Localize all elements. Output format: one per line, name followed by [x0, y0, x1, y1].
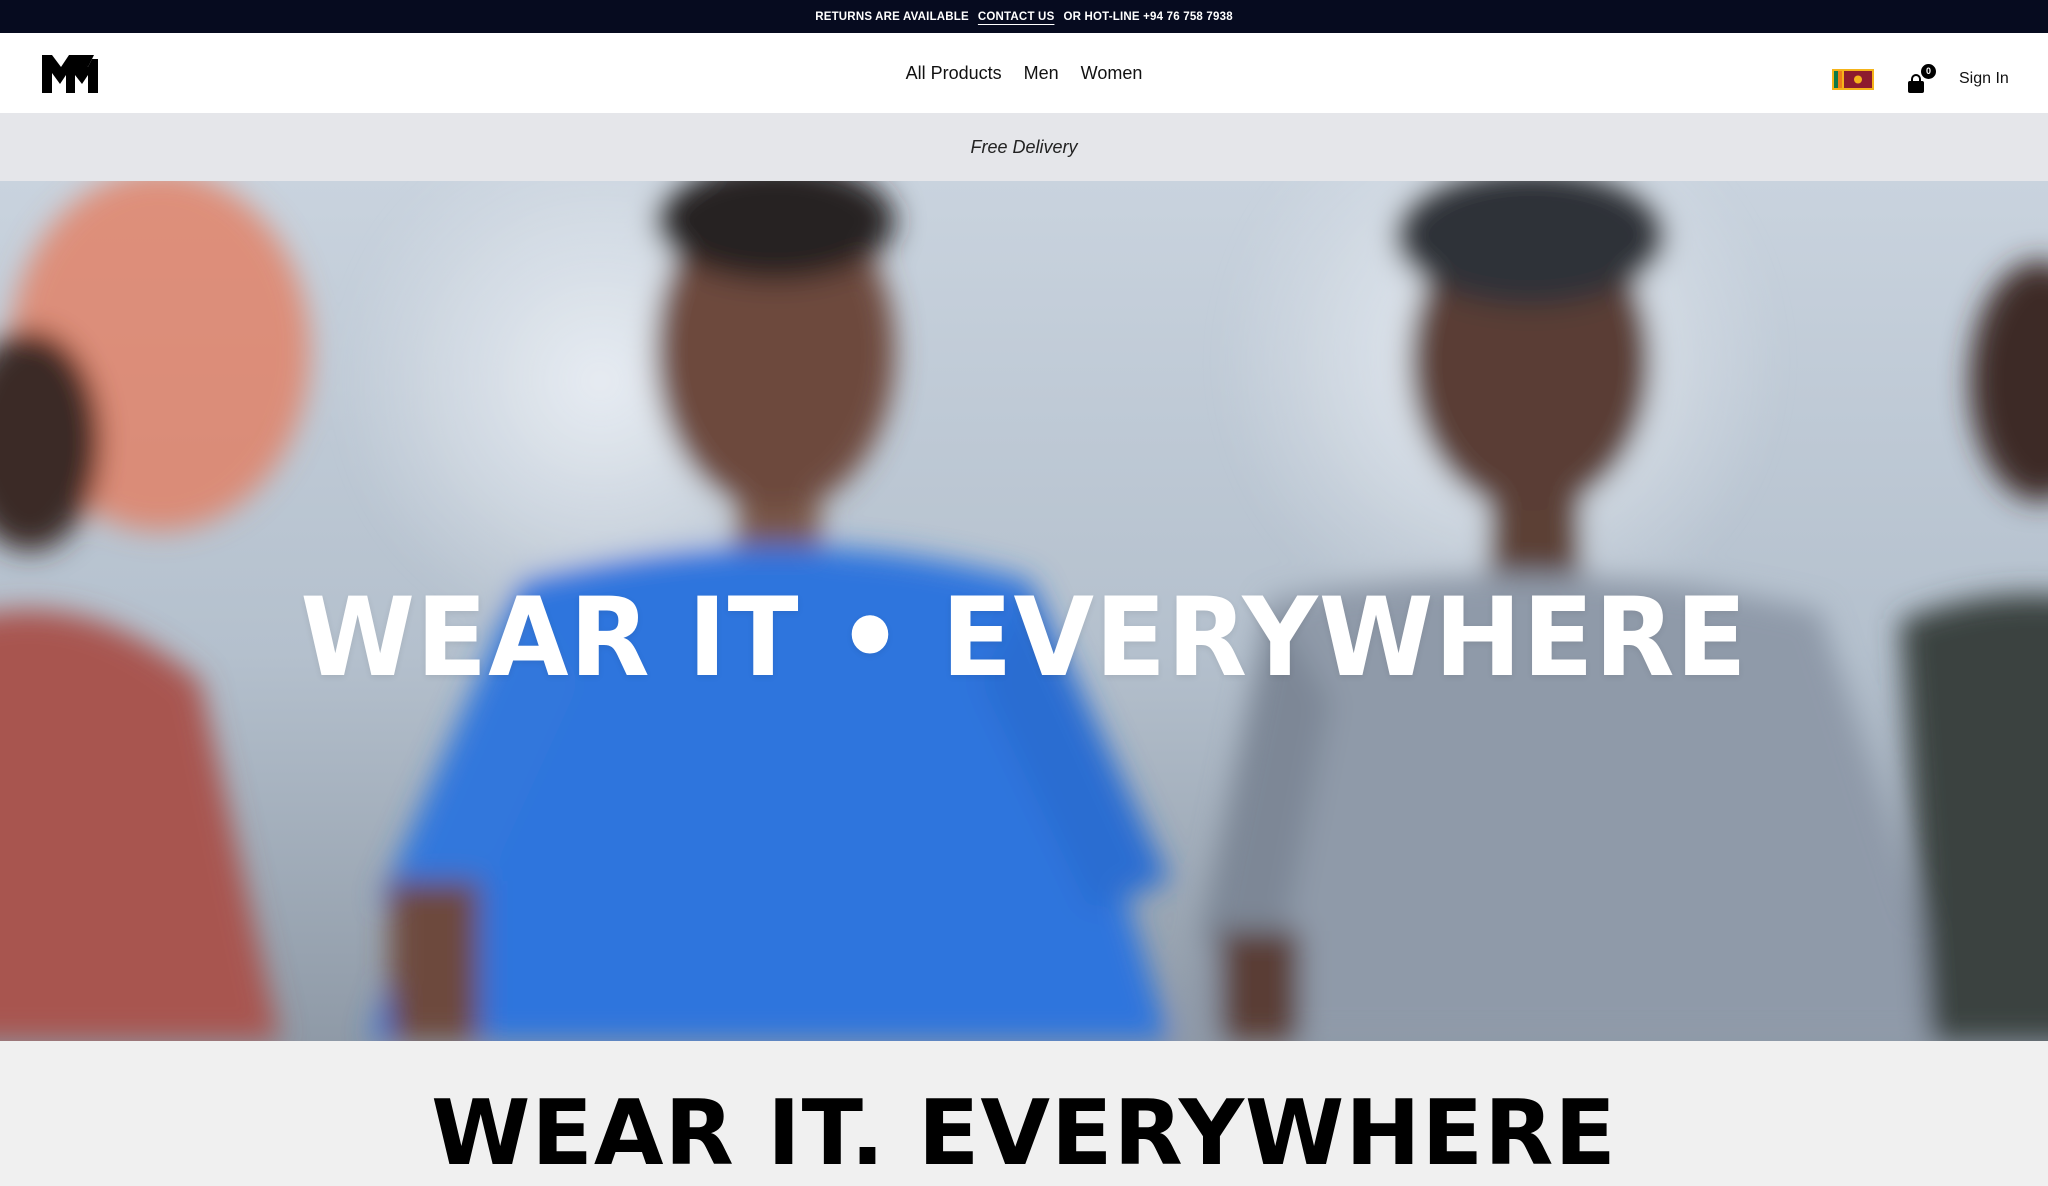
hero-title: WEAR IT • EVERYWHERE: [300, 572, 1748, 702]
section-title: WEAR IT. EVERYWHERE: [431, 1081, 1617, 1186]
main-nav: All Products Men Women: [0, 33, 2048, 113]
hotline-text: OR HOT-LINE +94 76 758 7938: [1063, 10, 1233, 23]
nav-all-products[interactable]: All Products: [906, 63, 1002, 84]
brand-m-logo-icon[interactable]: [42, 53, 98, 93]
free-delivery-text: Free Delivery: [970, 136, 1078, 157]
site-header: All Products Men Women 0 Sign In: [0, 33, 2048, 113]
nav-women[interactable]: Women: [1081, 63, 1143, 84]
promo-strip: Free Delivery: [0, 113, 2048, 181]
hero-banner[interactable]: WEAR IT • EVERYWHERE: [0, 181, 2048, 1041]
returns-text: RETURNS ARE AVAILABLE: [815, 10, 969, 23]
sign-in-link[interactable]: Sign In: [1959, 70, 2009, 88]
cart-count-badge: 0: [1921, 64, 1936, 79]
contact-us-link[interactable]: CONTACT US: [978, 11, 1055, 23]
sri-lanka-flag-icon[interactable]: [1832, 69, 1874, 90]
cart-button[interactable]: 0: [1905, 64, 1936, 95]
announcement-bar: RETURNS ARE AVAILABLE CONTACT US OR HOT-…: [0, 0, 2048, 33]
featured-section: WEAR IT. EVERYWHERE: [0, 1041, 2048, 1186]
nav-men[interactable]: Men: [1024, 63, 1059, 84]
